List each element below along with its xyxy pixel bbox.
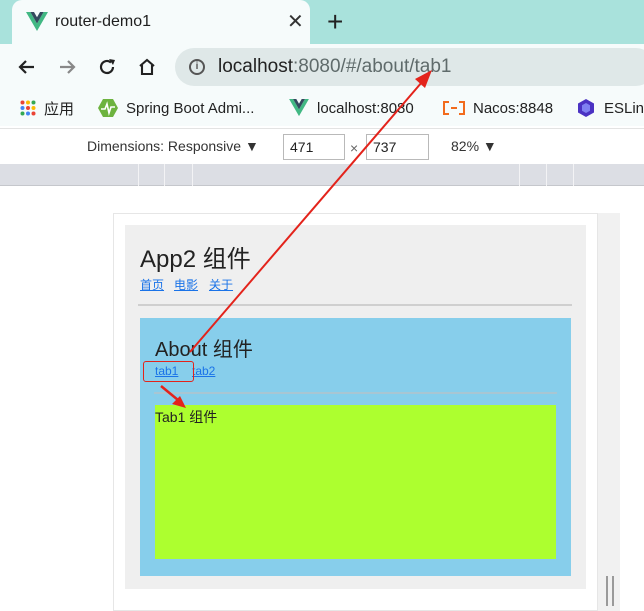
url-path: :8080/#/about/tab1 xyxy=(293,56,452,77)
bookmark-spring-boot-admin[interactable]: Spring Boot Admi... xyxy=(98,97,254,119)
divider xyxy=(154,392,557,394)
bookmark-label: ESLin xyxy=(604,99,644,117)
browser-tab[interactable]: router-demo1 ✕ xyxy=(12,0,310,44)
resize-handle[interactable] xyxy=(606,576,614,606)
media-query-ruler[interactable] xyxy=(0,164,644,186)
about-title: About 组件 xyxy=(155,339,253,361)
browser-toolbar: i localhost:8080/#/about/tab1 xyxy=(0,44,644,90)
tab-strip: router-demo1 ✕ + xyxy=(0,0,644,44)
home-icon[interactable] xyxy=(133,53,161,81)
nav-link-home[interactable]: 首页 xyxy=(140,276,164,293)
times-symbol: × xyxy=(350,140,359,156)
bookmarks-bar: 应用 Spring Boot Admi... localhost:8080 Na… xyxy=(0,90,644,126)
tab-title: router-demo1 xyxy=(55,13,152,30)
bookmark-apps[interactable]: 应用 xyxy=(20,97,74,119)
apps-grid-icon xyxy=(20,100,36,116)
app2-title: App2 组件 xyxy=(140,246,251,273)
nav-link-movie[interactable]: 电影 xyxy=(174,276,198,293)
url-host: localhost xyxy=(218,56,293,77)
bookmark-eslint[interactable]: ESLin xyxy=(576,97,644,119)
close-tab-icon[interactable]: ✕ xyxy=(287,10,304,34)
reload-icon[interactable] xyxy=(93,53,121,81)
vue-logo-icon xyxy=(26,12,48,32)
nav-link-about[interactable]: 关于 xyxy=(209,276,233,293)
viewport-resize-strip[interactable] xyxy=(598,213,620,611)
forward-arrow-icon[interactable] xyxy=(53,53,81,81)
bookmark-label: 应用 xyxy=(44,100,75,118)
device-toolbar: Dimensions: Responsive ▼ × 82% ▼ xyxy=(0,128,644,164)
bookmark-label: Spring Boot Admi... xyxy=(126,99,255,117)
bookmark-nacos[interactable]: Nacos:8848 xyxy=(443,97,553,119)
nacos-icon xyxy=(443,101,465,115)
spring-boot-admin-icon xyxy=(98,99,118,117)
new-tab-button[interactable]: + xyxy=(327,8,343,36)
dimensions-dropdown[interactable]: Dimensions: Responsive ▼ xyxy=(87,138,259,154)
zoom-dropdown[interactable]: 82% ▼ xyxy=(451,138,497,154)
tab1-component: Tab1 组件 xyxy=(155,405,556,559)
sub-tab-link-tab2[interactable]: tab2 xyxy=(192,364,215,378)
site-info-icon[interactable]: i xyxy=(189,59,205,75)
vue-logo-icon xyxy=(289,99,309,117)
back-arrow-icon[interactable] xyxy=(13,53,41,81)
bookmark-label: Nacos:8848 xyxy=(473,99,554,117)
divider xyxy=(138,304,572,306)
eslint-icon xyxy=(576,98,596,118)
bookmark-localhost[interactable]: localhost:8080 xyxy=(289,97,414,119)
annotation-highlight-box xyxy=(143,361,194,382)
tab1-text: Tab1 组件 xyxy=(155,409,218,425)
width-input[interactable] xyxy=(283,134,345,160)
height-input[interactable] xyxy=(366,134,429,160)
url-text: localhost:8080/#/about/tab1 xyxy=(218,56,451,78)
address-bar[interactable]: i localhost:8080/#/about/tab1 xyxy=(175,48,644,86)
bookmark-label: localhost:8080 xyxy=(317,99,414,117)
